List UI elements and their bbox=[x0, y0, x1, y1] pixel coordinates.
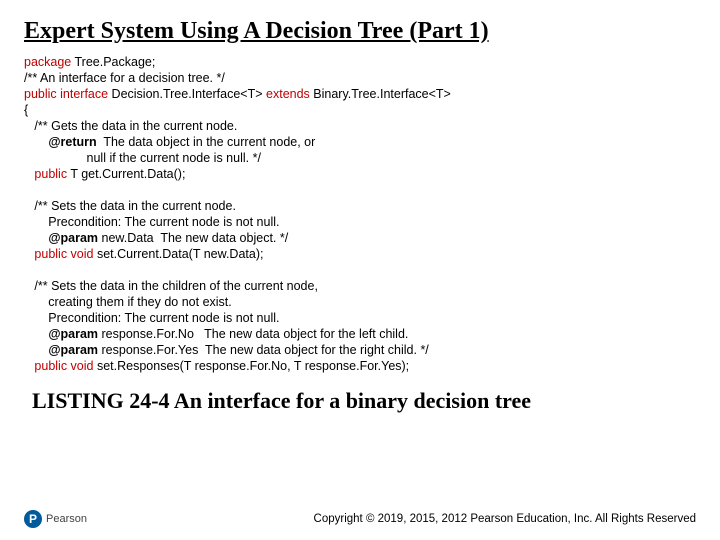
code-text bbox=[24, 343, 48, 357]
kw-public-void: public void bbox=[24, 247, 93, 261]
code-text bbox=[24, 135, 48, 149]
code-text: set.Responses(T response.For.No, T respo… bbox=[93, 359, 409, 373]
code-block: package Tree.Package; /** An interface f… bbox=[24, 54, 696, 374]
code-text: response.For.No The new data object for … bbox=[98, 327, 408, 341]
code-text: Precondition: The current node is not nu… bbox=[24, 311, 279, 325]
code-text: The data object in the current node, or bbox=[97, 135, 316, 149]
code-text: { bbox=[24, 103, 28, 117]
pearson-logo-icon: P bbox=[24, 510, 42, 528]
code-text: /** Sets the data in the current node. bbox=[24, 199, 236, 213]
code-text: Binary.Tree.Interface<T> bbox=[310, 87, 451, 101]
kw-return: @return bbox=[48, 135, 96, 149]
code-text: Decision.Tree.Interface<T> bbox=[108, 87, 266, 101]
code-text: creating them if they do not exist. bbox=[24, 295, 232, 309]
code-text: /** An interface for a decision tree. */ bbox=[24, 71, 225, 85]
footer: P Pearson Copyright © 2019, 2015, 2012 P… bbox=[24, 510, 696, 528]
kw-public-void: public void bbox=[24, 359, 93, 373]
code-text: /** Gets the data in the current node. bbox=[24, 119, 237, 133]
code-text: new.Data The new data object. */ bbox=[98, 231, 288, 245]
code-text bbox=[24, 327, 48, 341]
code-text: set.Current.Data(T new.Data); bbox=[93, 247, 263, 261]
kw-package: package bbox=[24, 55, 71, 69]
kw-param: @param bbox=[48, 231, 98, 245]
kw-public-interface: public interface bbox=[24, 87, 108, 101]
code-text: response.For.Yes The new data object for… bbox=[98, 343, 429, 357]
slide-title: Expert System Using A Decision Tree (Par… bbox=[24, 18, 696, 44]
kw-extends: extends bbox=[266, 87, 310, 101]
code-text: T get.Current.Data(); bbox=[67, 167, 185, 181]
code-text: Precondition: The current node is not nu… bbox=[24, 215, 279, 229]
code-text bbox=[24, 231, 48, 245]
brand-name: Pearson bbox=[46, 513, 87, 525]
code-text: Tree.Package; bbox=[71, 55, 155, 69]
code-text: null if the current node is null. */ bbox=[24, 151, 261, 165]
kw-param: @param bbox=[48, 327, 98, 341]
kw-public: public bbox=[24, 167, 67, 181]
slide: Expert System Using A Decision Tree (Par… bbox=[0, 0, 720, 540]
listing-caption: LISTING 24-4 An interface for a binary d… bbox=[32, 388, 696, 414]
kw-param: @param bbox=[48, 343, 98, 357]
brand: P Pearson bbox=[24, 510, 87, 528]
copyright-text: Copyright © 2019, 2015, 2012 Pearson Edu… bbox=[314, 513, 696, 525]
code-text: /** Sets the data in the children of the… bbox=[24, 279, 318, 293]
